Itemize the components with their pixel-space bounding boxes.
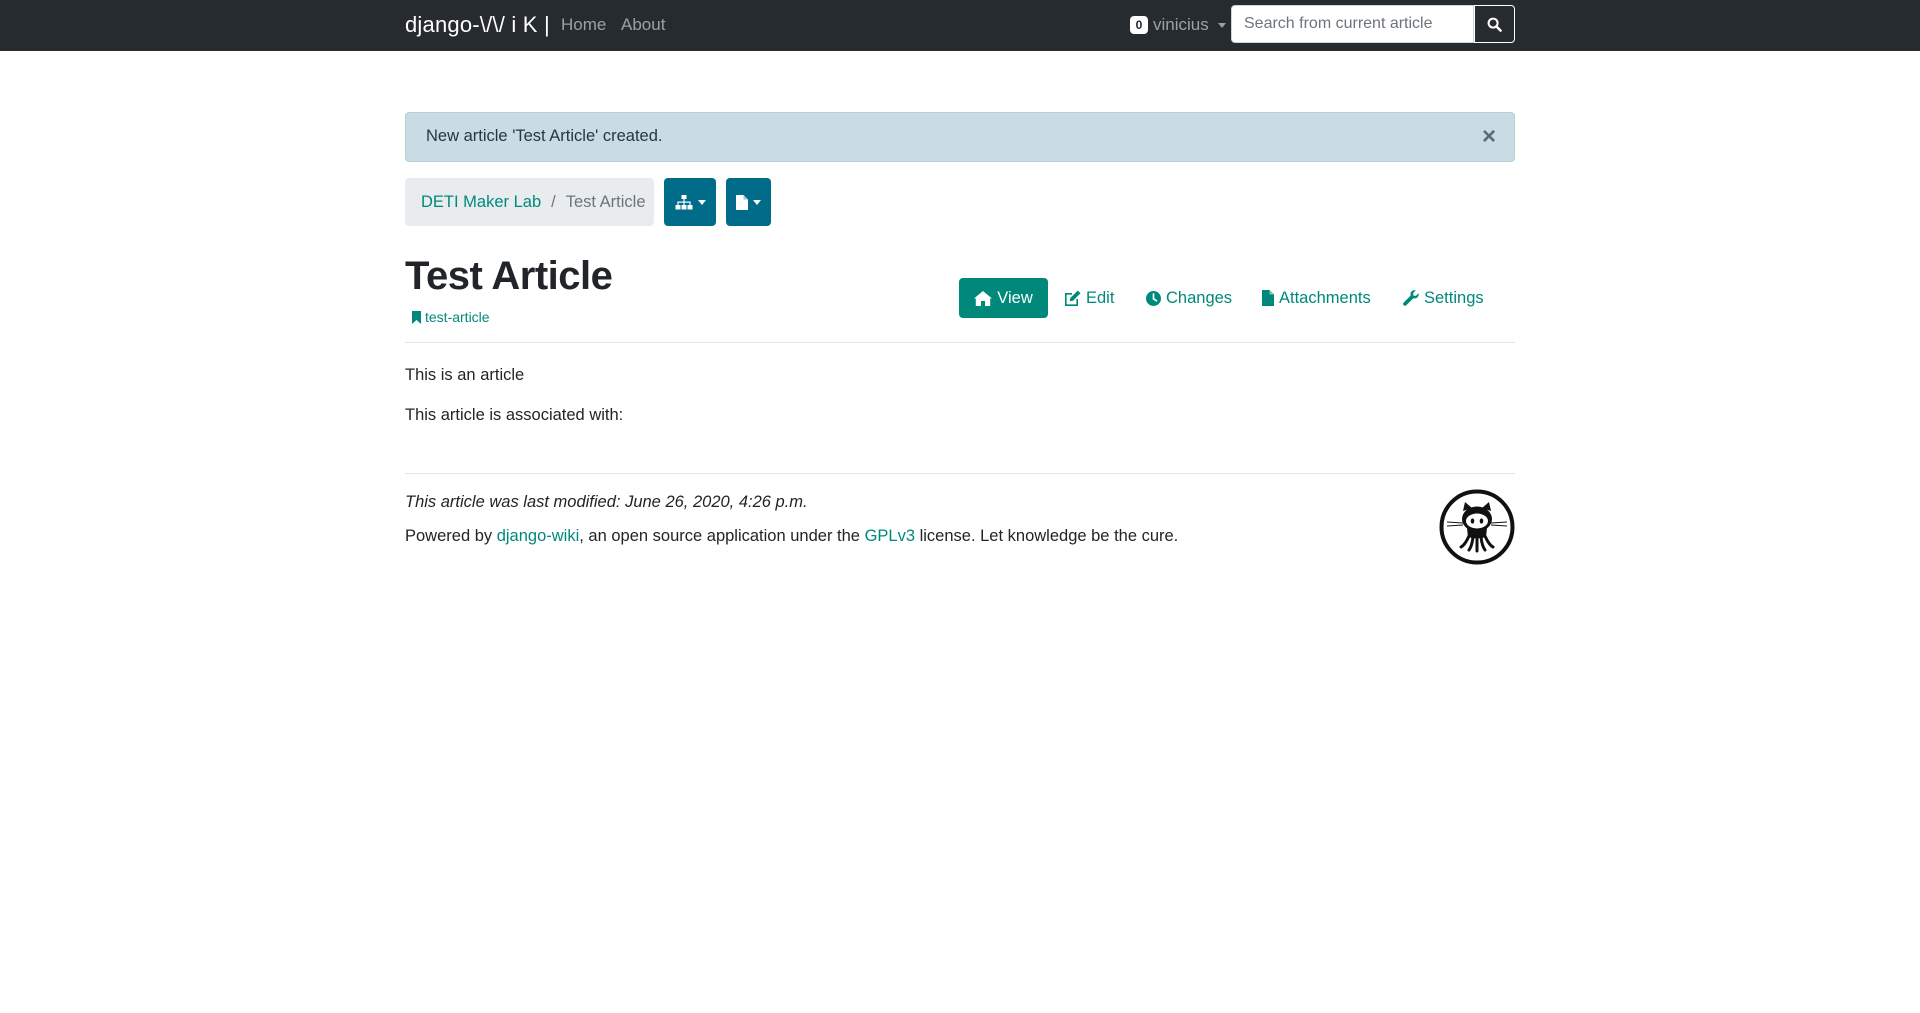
file-icon [1262, 290, 1274, 306]
brand-link[interactable]: django-\/\/ i K | [405, 12, 550, 38]
breadcrumb-separator: / [551, 192, 556, 211]
tab-changes[interactable]: Changes [1146, 278, 1232, 318]
alert-message: New article 'Test Article' created. [426, 127, 663, 145]
powered-suffix: license. Let knowledge be the cure. [915, 527, 1179, 545]
tab-settings-label: Settings [1424, 288, 1484, 307]
tab-edit-label: Edit [1086, 288, 1115, 307]
clock-icon [1146, 290, 1161, 306]
tab-view[interactable]: View [959, 278, 1048, 318]
chevron-down-icon [697, 199, 706, 205]
title-divider [405, 342, 1515, 343]
powered-prefix: Powered by [405, 527, 497, 545]
sitemap-icon [675, 194, 692, 209]
user-dropdown[interactable]: 0 vinicius [1130, 13, 1226, 37]
success-alert: New article 'Test Article' created. × [405, 112, 1515, 162]
github-icon[interactable] [1439, 489, 1515, 565]
tab-view-label: View [997, 288, 1033, 307]
page-title: Test Article [405, 254, 613, 298]
license-link[interactable]: GPLv3 [865, 527, 915, 545]
footer-divider [405, 473, 1515, 474]
new-page-dropdown-button[interactable] [726, 178, 771, 226]
search-input[interactable] [1231, 5, 1474, 43]
article-paragraph: This article is associated with: [405, 406, 624, 424]
powered-by-text: Powered by django-wiki, an open source a… [405, 527, 1178, 546]
close-icon[interactable]: × [1482, 125, 1496, 149]
django-wiki-link[interactable]: django-wiki [497, 527, 580, 545]
username: vinicius [1153, 15, 1209, 34]
nav-home-link[interactable]: Home [561, 15, 606, 35]
edit-icon [1065, 290, 1081, 306]
nav-about-link[interactable]: About [621, 15, 665, 35]
top-navbar: django-\/\/ i K | Home About 0 vinicius [0, 0, 1920, 51]
file-icon [736, 194, 748, 210]
breadcrumb-item-current: Test Article [565, 192, 646, 211]
home-icon [974, 290, 993, 306]
breadcrumb-item-root[interactable]: DETI Maker Lab [421, 193, 541, 212]
search-button[interactable] [1474, 5, 1515, 43]
breadcrumb: DETI Maker Lab / Test Article [405, 178, 654, 226]
tab-settings[interactable]: Settings [1403, 278, 1484, 318]
tab-changes-label: Changes [1166, 288, 1233, 307]
powered-middle: , an open source application under the [579, 527, 865, 545]
sitemap-dropdown-button[interactable] [664, 178, 716, 226]
tab-attachments-label: Attachments [1279, 288, 1371, 307]
article-slug[interactable]: test-article [412, 309, 490, 325]
chevron-down-icon [1217, 22, 1226, 28]
chevron-down-icon [753, 199, 761, 205]
last-modified-text: This article was last modified: June 26,… [405, 493, 808, 511]
bookmark-icon [412, 310, 421, 324]
tab-edit[interactable]: Edit [1064, 278, 1114, 318]
notification-badge: 0 [1130, 16, 1148, 34]
slug-label: test-article [425, 309, 490, 325]
tab-attachments[interactable]: Attachments [1262, 278, 1371, 318]
search-icon [1487, 17, 1502, 32]
wrench-icon [1403, 290, 1419, 306]
article-paragraph: This is an article [405, 366, 525, 384]
